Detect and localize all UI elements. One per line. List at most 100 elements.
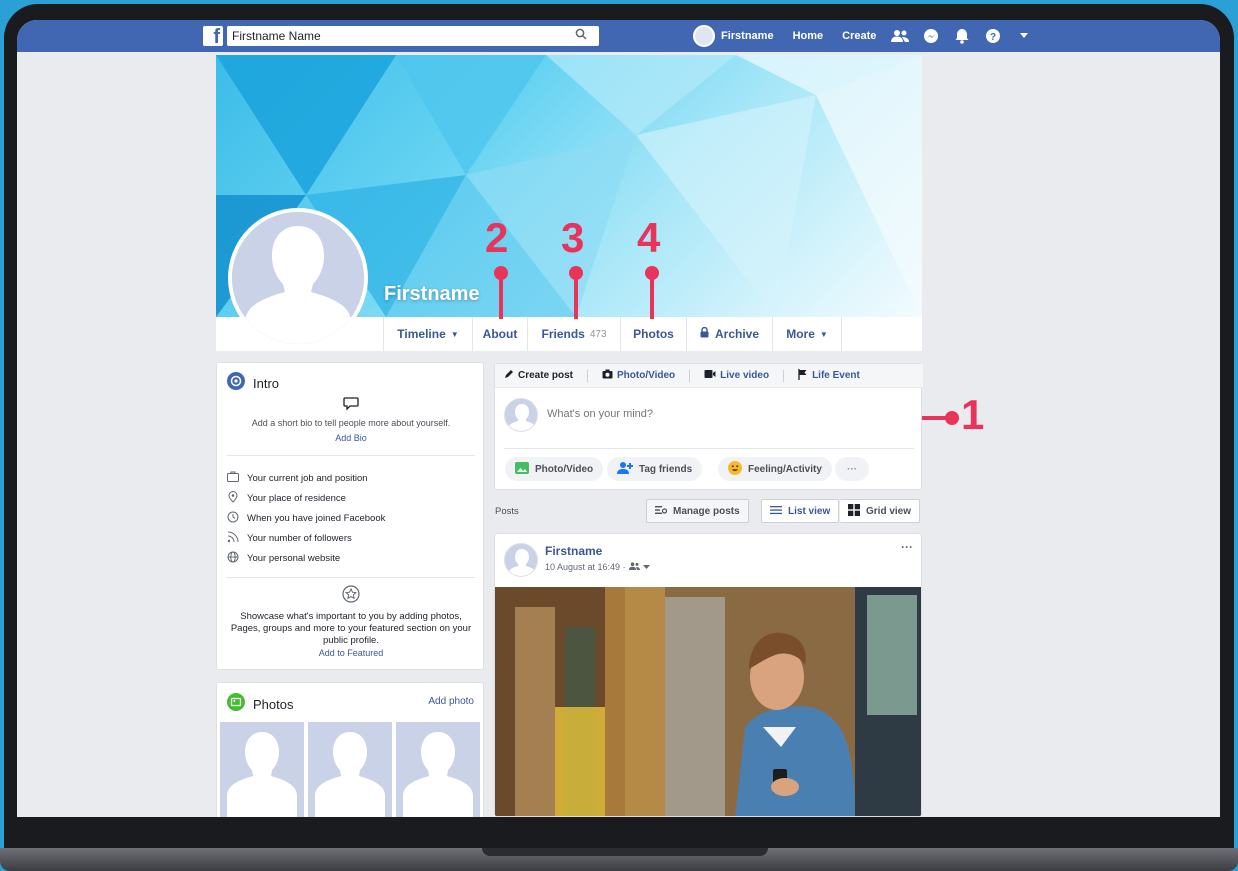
post-photo[interactable] xyxy=(495,587,921,816)
post-author-avatar[interactable] xyxy=(504,543,538,577)
person-silhouette-icon xyxy=(315,732,385,817)
grid-view-button[interactable]: Grid view xyxy=(840,499,921,523)
friend-requests-icon[interactable] xyxy=(890,26,910,46)
intro-row-label: Your place of residence xyxy=(247,493,346,504)
grid-view-label: Grid view xyxy=(866,505,912,517)
clock-icon xyxy=(227,511,239,526)
smiley-icon xyxy=(728,460,742,478)
svg-text:?: ? xyxy=(990,32,996,43)
post-more-options[interactable]: ··· xyxy=(901,540,913,554)
chip-label: Tag friends xyxy=(639,463,693,475)
star-badge-icon xyxy=(342,585,360,607)
tab-label: About xyxy=(482,327,518,341)
search-input[interactable] xyxy=(227,26,557,46)
intro-row-label: Your personal website xyxy=(247,553,341,564)
marker-number-3: 3 xyxy=(561,214,585,261)
list-view-button[interactable]: List view xyxy=(761,499,840,523)
nav-right: Firstname Home Create ? xyxy=(693,20,1045,52)
chevron-down-icon[interactable] xyxy=(642,562,650,572)
whats-on-your-mind-input[interactable] xyxy=(547,408,847,420)
laptop-notch xyxy=(482,848,768,856)
camera-icon xyxy=(602,369,613,382)
intro-card: Intro Add a short bio to tell people mor… xyxy=(216,362,484,670)
lock-icon xyxy=(700,326,709,341)
list-view-label: List view xyxy=(788,505,831,517)
audience-friends-icon[interactable] xyxy=(628,562,640,572)
photos-badge-icon xyxy=(227,693,245,716)
briefcase-icon xyxy=(227,471,239,485)
facebook-logo-icon[interactable]: f xyxy=(203,26,223,46)
notifications-bell-icon[interactable] xyxy=(952,26,972,46)
screen: f Firstname Home Create ? xyxy=(17,20,1220,817)
post-author-name[interactable]: Firstname xyxy=(545,544,602,558)
photo-thumbnail[interactable] xyxy=(220,722,304,817)
manage-posts-button[interactable]: Manage posts xyxy=(646,499,749,523)
live-video-tab[interactable]: Live video xyxy=(704,369,769,382)
post-meta: 10 August at 16:49 · xyxy=(545,562,650,572)
speech-bubble-icon xyxy=(343,397,359,415)
divider xyxy=(227,577,475,578)
caret-down-icon: ▼ xyxy=(450,329,459,339)
more-options-chip[interactable]: ··· xyxy=(835,457,869,481)
help-icon[interactable]: ? xyxy=(983,26,1003,46)
marker-pin-1 xyxy=(945,411,959,425)
nav-home-link[interactable]: Home xyxy=(793,30,824,42)
rss-icon xyxy=(227,531,239,546)
intro-row-job[interactable]: Your current job and position xyxy=(227,471,368,485)
bio-prompt: Add a short bio to tell people more abou… xyxy=(251,418,451,428)
nav-avatar[interactable] xyxy=(693,25,715,47)
tag-friends-chip[interactable]: Tag friends xyxy=(607,457,703,481)
person-silhouette-icon xyxy=(508,404,536,431)
tab-timeline[interactable]: Timeline ▼ xyxy=(383,317,472,351)
account-menu-chevron-icon[interactable] xyxy=(1014,26,1034,46)
life-event-tab[interactable]: Life Event xyxy=(798,368,860,383)
featured-section: Showcase what's important to you by addi… xyxy=(225,585,477,658)
profile-avatar[interactable] xyxy=(228,208,368,348)
divider xyxy=(783,369,785,382)
post-card: Firstname 10 August at 16:49 · ··· xyxy=(494,533,922,817)
intro-row-residence[interactable]: Your place of residence xyxy=(227,491,346,506)
marker-line-2 xyxy=(499,276,503,319)
tab-more[interactable]: More ▼ xyxy=(772,317,842,351)
tab-archive[interactable]: Archive xyxy=(686,317,772,351)
grid-icon xyxy=(848,503,860,519)
person-silhouette-icon xyxy=(232,212,364,344)
messenger-icon[interactable] xyxy=(921,26,941,46)
photo-thumbnail[interactable] xyxy=(308,722,392,817)
flag-icon xyxy=(798,368,808,383)
tab-about[interactable]: About xyxy=(472,317,527,351)
photos-header: Photos xyxy=(227,693,293,716)
marker-number-1: 1 xyxy=(961,391,985,438)
photo-video-tab[interactable]: Photo/Video xyxy=(602,369,675,382)
intro-row-label: When you have joined Facebook xyxy=(247,513,386,524)
add-photo-link[interactable]: Add photo xyxy=(428,696,474,707)
tab-photos[interactable]: Photos xyxy=(620,317,686,351)
add-to-featured-link[interactable]: Add to Featured xyxy=(225,648,477,658)
friends-count: 473 xyxy=(589,328,607,340)
search-icon[interactable] xyxy=(575,28,587,43)
photo-icon xyxy=(515,461,529,477)
intro-row-website[interactable]: Your personal website xyxy=(227,551,340,566)
divider xyxy=(689,369,691,382)
add-bio-link[interactable]: Add Bio xyxy=(217,433,485,443)
tab-label: Archive xyxy=(714,327,760,341)
location-pin-icon xyxy=(227,491,239,506)
nav-create-link[interactable]: Create xyxy=(842,30,876,42)
caret-down-icon: ▼ xyxy=(819,329,828,339)
intro-row-joined[interactable]: When you have joined Facebook xyxy=(227,511,385,526)
photo-video-chip[interactable]: Photo/Video xyxy=(505,457,604,481)
person-silhouette-icon xyxy=(403,732,473,817)
intro-row-followers[interactable]: Your number of followers xyxy=(227,531,352,546)
chip-label: Feeling/Activity xyxy=(748,463,822,475)
tab-friends[interactable]: Friends 473 xyxy=(527,317,620,351)
tag-friends-icon xyxy=(617,461,633,477)
divider xyxy=(227,455,475,456)
bio-section: Add a short bio to tell people more abou… xyxy=(217,395,485,443)
nav-profile-link[interactable]: Firstname xyxy=(721,30,774,42)
top-navigation-bar: f Firstname Home Create ? xyxy=(17,20,1220,52)
post-timestamp[interactable]: 10 August at 16:49 · xyxy=(545,562,626,572)
feeling-activity-chip[interactable]: Feeling/Activity xyxy=(718,457,832,481)
marker-line-4 xyxy=(650,276,654,319)
create-post-tab[interactable]: Create post xyxy=(504,369,573,382)
photo-thumbnail[interactable] xyxy=(396,722,480,817)
